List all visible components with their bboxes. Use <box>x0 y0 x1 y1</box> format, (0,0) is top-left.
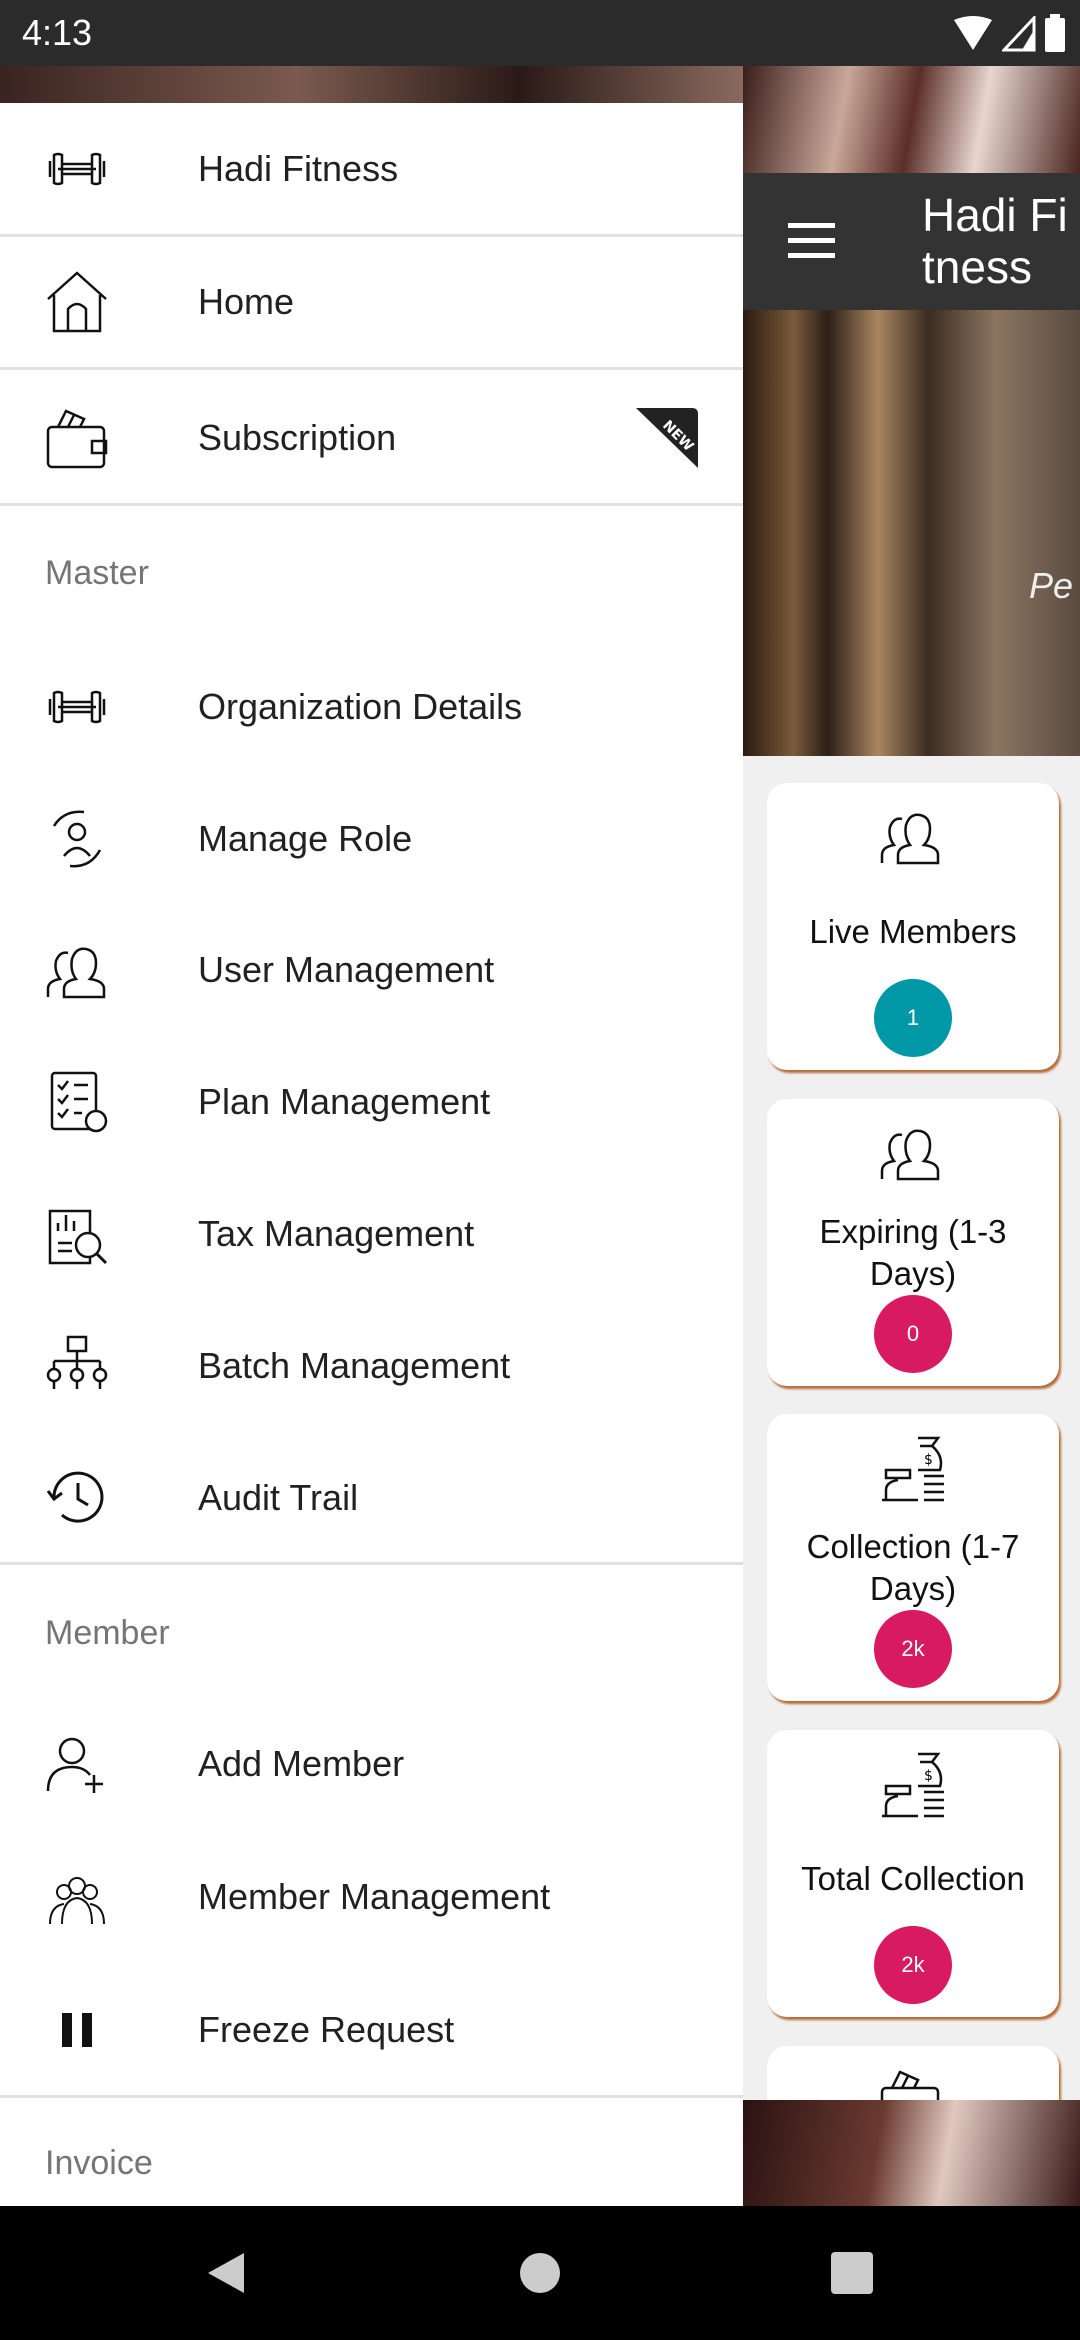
divider <box>0 367 743 370</box>
money-bag-icon: $ <box>882 1436 944 1502</box>
users-icon <box>46 947 106 999</box>
drawer-item-label: User Management <box>198 949 495 990</box>
hamburger-icon[interactable] <box>788 223 835 259</box>
navigation-drawer: Hadi Fitness Home Subscription NEW Master … <box>0 66 743 2206</box>
drawer-item-manage-role[interactable]: Manage Role <box>0 773 743 905</box>
drawer-item-audit-trail[interactable]: Audit Trail <box>0 1432 743 1564</box>
home-icon <box>47 271 107 333</box>
add-user-icon <box>46 1737 103 1793</box>
drawer-item-label: Audit Trail <box>198 1477 359 1518</box>
section-header: Master <box>45 554 149 592</box>
stat-card[interactable] <box>767 2046 1059 2100</box>
background-image <box>743 66 1080 173</box>
new-badge: NEW <box>636 408 698 468</box>
stat-card[interactable]: Live Members 1 <box>767 783 1059 1070</box>
checklist-icon <box>50 1071 108 1133</box>
stat-card[interactable]: $ Collection (1-7 Days) 2k <box>767 1414 1059 1701</box>
drawer-item-hadi-fitness[interactable]: Hadi Fitness <box>0 103 743 235</box>
drawer-item-label: Member Management <box>198 1876 551 1917</box>
wifi-icon <box>954 16 992 50</box>
drawer-item-subscription[interactable]: Subscription NEW <box>0 372 743 504</box>
dumbbell-icon <box>48 690 106 724</box>
divider <box>0 1562 743 1565</box>
stat-card[interactable]: Expiring (1-3 Days) 0 <box>767 1099 1059 1386</box>
drawer-item-home[interactable]: Home <box>0 236 743 368</box>
drawer-item-label: Home <box>198 281 295 322</box>
drawer-item-label: Organization Details <box>198 686 523 727</box>
status-time: 4:13 <box>22 12 93 53</box>
toolbar-title: Hadi Fitness <box>922 189 1068 293</box>
drawer-header-image <box>0 66 743 103</box>
history-icon <box>46 1471 104 1523</box>
divider <box>0 503 743 506</box>
count-badge: 2k <box>874 1926 952 2004</box>
money-bag-icon: $ <box>882 1752 944 1818</box>
drawer-item-organization-details[interactable]: Organization Details <box>0 641 743 773</box>
section-header: Member <box>45 1614 170 1652</box>
drawer-item-plan-management[interactable]: Plan Management <box>0 1036 743 1168</box>
drawer-item-label: Freeze Request <box>198 2009 455 2050</box>
battery-icon <box>1045 14 1065 52</box>
wallet-icon <box>46 409 108 469</box>
drawer-item-add-member[interactable]: Add Member <box>0 1698 743 1830</box>
card-label: Collection (1-7 Days) <box>806 1528 1020 1607</box>
drawer-item-label: Hadi Fitness <box>198 148 399 189</box>
wallet-icon <box>880 2070 940 2100</box>
svg-text:$: $ <box>924 1452 933 1468</box>
role-icon <box>52 810 102 868</box>
card-label: Live Members <box>809 913 1017 950</box>
drawer-item-label: Subscription <box>198 417 397 458</box>
drawer-item-tax-management[interactable]: Tax Management <box>0 1168 743 1300</box>
recents-icon[interactable] <box>831 2252 873 2294</box>
app-toolbar: Hadi Fitness <box>743 173 1080 310</box>
pause-icon <box>62 2013 92 2047</box>
hero-text: Pe <box>1029 565 1074 606</box>
drawer-item-user-management[interactable]: User Management <box>0 904 743 1036</box>
dumbbell-icon <box>48 152 106 186</box>
users-icon <box>880 1129 940 1181</box>
background-image <box>743 2100 1080 2206</box>
system-nav-bar <box>0 2206 1080 2340</box>
drawer-item-label: Add Member <box>198 1743 405 1784</box>
count-badge: 1 <box>874 979 952 1057</box>
drawer-item-freeze-request[interactable]: Freeze Request <box>0 1964 743 2096</box>
home-nav-icon[interactable] <box>518 2251 562 2295</box>
hierarchy-icon <box>46 1335 108 1389</box>
tax-icon <box>48 1209 108 1265</box>
drawer-item-batch-management[interactable]: Batch Management <box>0 1300 743 1432</box>
drawer-item-member-management[interactable]: Member Management <box>0 1831 743 1963</box>
drawer-item-label: Tax Management <box>198 1213 475 1254</box>
svg-text:$: $ <box>924 1768 933 1784</box>
group-icon <box>49 1877 105 1925</box>
status-bar: 4:13 <box>0 0 1080 66</box>
section-header: Invoice <box>45 2144 153 2182</box>
card-label: Expiring (1-3 Days) <box>819 1213 1007 1292</box>
drawer-item-label: Plan Management <box>198 1081 491 1122</box>
back-icon[interactable] <box>204 2251 248 2295</box>
users-icon <box>880 813 940 865</box>
count-badge: 2k <box>874 1610 952 1688</box>
drawer-item-label: Batch Management <box>198 1345 511 1386</box>
signal-icon <box>1002 16 1036 52</box>
drawer-item-label: Manage Role <box>198 818 413 859</box>
card-label: Total Collection <box>801 1860 1025 1897</box>
stat-card[interactable]: $ Total Collection 2k <box>767 1730 1059 2017</box>
divider <box>0 2095 743 2098</box>
dashboard-cards: Live Members 1 Expiring (1-3 Days) 0 $ C… <box>743 756 1080 2100</box>
hero-banner: Pe <box>743 310 1080 756</box>
count-badge: 0 <box>874 1295 952 1373</box>
